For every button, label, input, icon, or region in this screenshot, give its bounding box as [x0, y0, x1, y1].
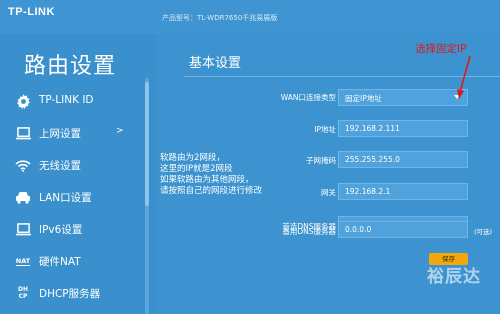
sidebar-item-internet[interactable]: 上网设置 > — [0, 118, 146, 148]
laptop-icon — [14, 124, 32, 142]
chevron-right-icon: > — [116, 126, 124, 136]
watermark: 裕辰达 — [427, 267, 481, 287]
header-bar: TP-LINK 产品型号：TL-WDR7650千兆易展版 — [0, 0, 500, 34]
scrollbar-thumb[interactable] — [145, 82, 149, 206]
gear-icon — [14, 92, 32, 110]
sidebar-item-hardware-nat[interactable]: NAT 硬件NAT — [0, 246, 146, 276]
mask-input[interactable]: 255.255.255.0 — [338, 151, 468, 168]
dns2-label: 备用DNS服务器 — [282, 227, 336, 236]
sidebar-item-label: IPv6设置 — [39, 224, 83, 236]
dhcp-icon: DHCP — [14, 284, 32, 302]
sidebar-item-label: LAN口设置 — [39, 192, 92, 204]
car-icon — [14, 188, 32, 206]
section-title: 基本设置 — [189, 56, 242, 71]
sidebar: 路由设置 TP-LINK ID 上网设置 > 无线设置 LAN口设置 IPv6设… — [0, 34, 156, 314]
ip-input[interactable]: 192.168.2.111 — [338, 120, 468, 137]
callout-arrow-icon — [457, 55, 471, 99]
sidebar-item-wireless[interactable]: 无线设置 — [0, 150, 146, 180]
ip-label: IP地址 — [314, 125, 336, 134]
sidebar-item-ipv6[interactable]: IPv6设置 — [0, 214, 146, 244]
sidebar-title: 路由设置 — [24, 54, 117, 79]
laptop-icon — [14, 220, 32, 238]
wan-type-label: WAN口连接类型 — [280, 93, 336, 102]
brand-logo: TP-LINK — [8, 6, 55, 18]
note-line: 这里的IP就是2网段 — [160, 164, 233, 174]
annotation-note: 软路由为2网段， 这里的IP就是2网段 如果软路由为其他网段， 请按照自己的网段… — [160, 153, 262, 197]
sidebar-item-tplink-id[interactable]: TP-LINK ID — [0, 86, 146, 116]
sidebar-item-label: 无线设置 — [39, 160, 81, 172]
sidebar-item-label: 硬件NAT — [39, 256, 81, 268]
sidebar-item-dhcp[interactable]: DHCP DHCP服务器 — [0, 278, 146, 308]
sidebar-item-label: 上网设置 — [39, 128, 81, 140]
wifi-icon — [14, 156, 32, 174]
note-line: 软路由为2网段， — [160, 153, 225, 163]
sidebar-item-lan[interactable]: LAN口设置 — [0, 182, 146, 212]
dhcp-icon-text: DHCP — [17, 286, 28, 300]
gateway-input[interactable]: 192.168.2.1 — [338, 183, 468, 200]
nat-icon: NAT — [14, 252, 32, 270]
dns2-input[interactable]: 0.0.0.0 — [338, 221, 468, 238]
nat-icon-text: NAT — [15, 256, 31, 266]
note-line: 如果软路由为其他网段， — [160, 175, 254, 185]
note-line: 请按照自己的网段进行修改 — [160, 186, 263, 196]
optional-note: (可选) — [474, 228, 493, 236]
sidebar-item-label: TP-LINK ID — [39, 94, 94, 106]
product-model: 产品型号：TL-WDR7650千兆易展版 — [162, 14, 278, 22]
sidebar-item-label: DHCP服务器 — [39, 288, 101, 300]
